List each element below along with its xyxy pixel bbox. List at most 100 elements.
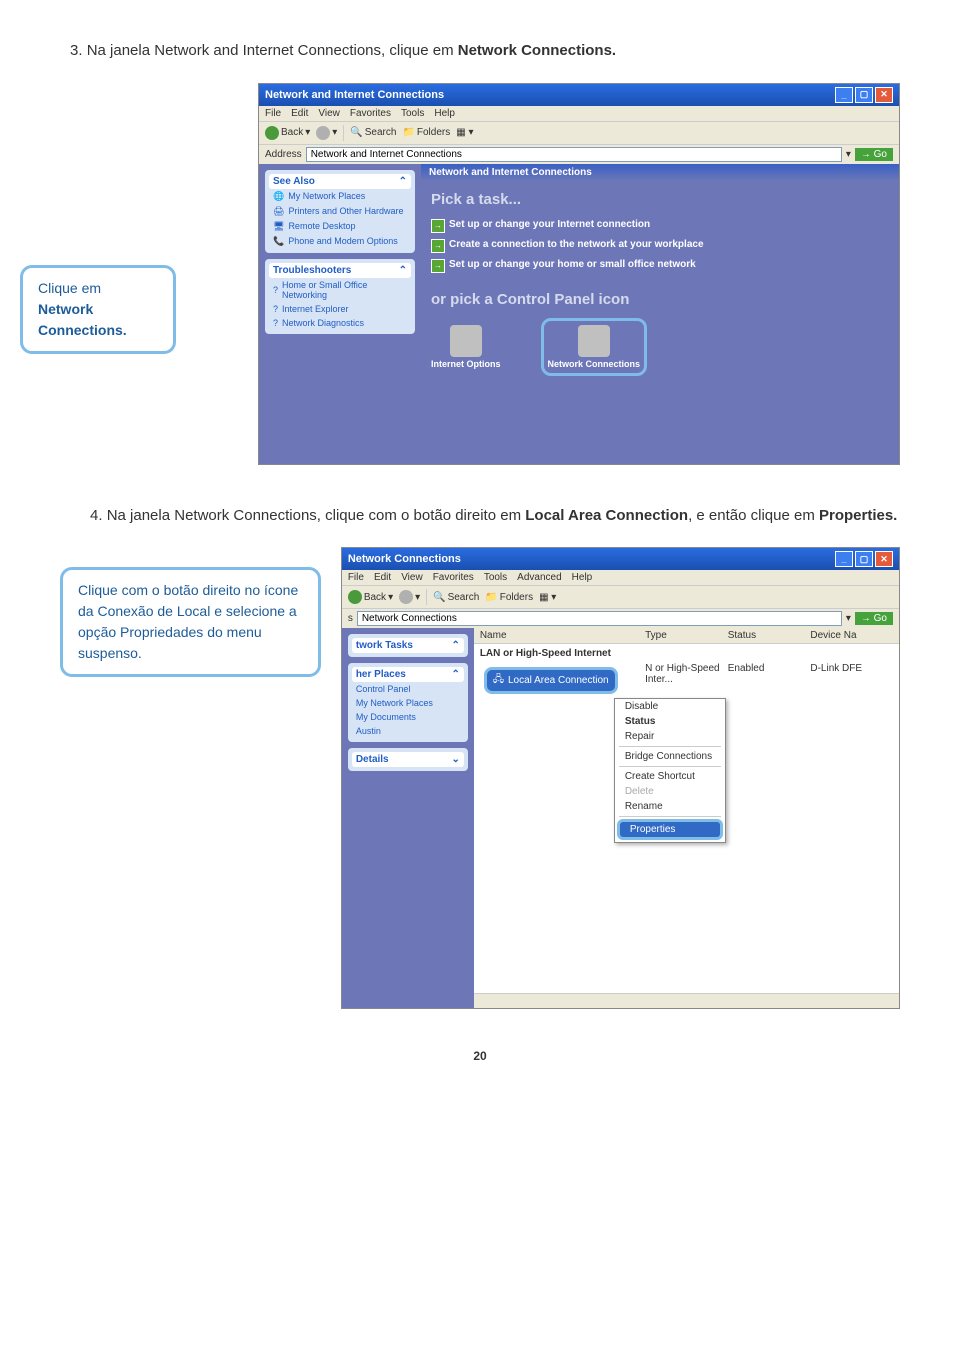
task-link[interactable]: →Set up or change your home or small off… — [431, 256, 889, 276]
menu-edit[interactable]: Edit — [291, 108, 308, 119]
window-title2: Network Connections — [348, 553, 461, 565]
minimize-button[interactable]: _ — [835, 551, 853, 567]
col-type[interactable]: Type — [645, 630, 728, 641]
menu-edit[interactable]: Edit — [374, 572, 391, 583]
sidebar-item[interactable]: 📞 Phone and Modem Options — [269, 234, 411, 249]
group-header: LAN or High-Speed Internet — [474, 644, 899, 663]
screenshot1: Network and Internet Connections _ ▢ ✕ F… — [258, 83, 900, 465]
search-button[interactable]: 🔍 Search — [350, 127, 396, 138]
sidebar-item[interactable]: 🌐 My Network Places — [269, 189, 411, 204]
internet-options-icon[interactable]: Internet Options — [431, 325, 501, 369]
forward-icon — [399, 590, 413, 604]
maximize-button[interactable]: ▢ — [855, 551, 873, 567]
menu-view[interactable]: View — [401, 572, 423, 583]
step3-b: Network Connections. — [458, 42, 616, 59]
local-area-connection[interactable]: 🖧 Local Area Connection — [484, 667, 618, 694]
back-button[interactable]: Back ▾ — [348, 590, 393, 604]
sidebar-item[interactable]: ? Home or Small Office Networking — [269, 278, 411, 302]
network-tasks-panel: twork Tasks ⌃ — [348, 634, 468, 657]
scrollbar[interactable] — [474, 993, 899, 1008]
ctx-rename[interactable]: Rename — [615, 799, 725, 814]
task-link[interactable]: →Set up or change your Internet connecti… — [431, 216, 889, 236]
menu-tools[interactable]: Tools — [484, 572, 507, 583]
folders-button[interactable]: 📁 Folders — [485, 592, 533, 603]
addressbar2: s ▾ → Go — [342, 608, 899, 628]
sidebar-item[interactable]: My Documents — [352, 710, 464, 724]
back-button[interactable]: Back ▾ — [265, 126, 310, 140]
dropdown-icon[interactable]: ▾ — [846, 149, 851, 160]
collapse-icon[interactable]: ⌃ — [451, 669, 459, 680]
ctx-repair[interactable]: Repair — [615, 729, 725, 744]
go-button[interactable]: → Go — [855, 148, 893, 161]
sidebar-item[interactable]: Control Panel — [352, 682, 464, 696]
main-content2: Name Type Status Device Na LAN or High-S… — [474, 628, 899, 1008]
ctx-shortcut[interactable]: Create Shortcut — [615, 769, 725, 784]
back-icon — [265, 126, 279, 140]
callout1-l3: Connections. — [38, 322, 127, 338]
screenshot2: Network Connections _ ▢ ✕ File Edit View… — [341, 547, 900, 1009]
addressbar: Address ▾ → Go — [259, 144, 899, 164]
troubleshooters-header[interactable]: Troubleshooters — [273, 265, 351, 276]
ctx-properties[interactable]: Properties — [617, 819, 723, 840]
menu-help[interactable]: Help — [572, 572, 593, 583]
dropdown-icon[interactable]: ▾ — [846, 613, 851, 624]
ctx-bridge[interactable]: Bridge Connections — [615, 749, 725, 764]
menu-file[interactable]: File — [265, 108, 281, 119]
step4-a: Na janela Network Connections, clique co… — [107, 507, 526, 524]
network-connections-icon[interactable]: Network Connections — [541, 318, 648, 376]
menu-help[interactable]: Help — [434, 108, 455, 119]
step4-b: Local Area Connection — [525, 507, 688, 524]
menu-tools[interactable]: Tools — [401, 108, 424, 119]
ctx-status[interactable]: Status — [615, 714, 725, 729]
menu-favorites[interactable]: Favorites — [433, 572, 474, 583]
sidebar-item[interactable]: My Network Places — [352, 696, 464, 710]
go-button[interactable]: → Go — [855, 612, 893, 625]
expand-icon[interactable]: ⌄ — [451, 754, 459, 765]
close-button[interactable]: ✕ — [875, 87, 893, 103]
sidebar-item[interactable]: 🖨 Printers and Other Hardware — [269, 204, 411, 219]
collapse-icon[interactable]: ⌃ — [451, 640, 459, 651]
menu-file[interactable]: File — [348, 572, 364, 583]
search-button[interactable]: 🔍 Search — [433, 592, 479, 603]
address-input[interactable] — [306, 147, 842, 162]
pick-icon-heading: or pick a Control Panel icon — [431, 291, 889, 308]
conn-type: N or High-Speed Inter... — [645, 663, 728, 698]
minimize-button[interactable]: _ — [835, 87, 853, 103]
col-device[interactable]: Device Na — [810, 630, 893, 641]
sidebar-item[interactable]: Austin — [352, 724, 464, 738]
collapse-icon[interactable]: ⌃ — [399, 265, 407, 276]
sidebar-item[interactable]: ? Network Diagnostics — [269, 316, 411, 330]
menu-view[interactable]: View — [318, 108, 340, 119]
see-also-header[interactable]: See Also — [273, 176, 315, 187]
ctx-disable[interactable]: Disable — [615, 699, 725, 714]
callout1-l1: Clique em — [38, 280, 101, 296]
close-button[interactable]: ✕ — [875, 551, 893, 567]
nettasks-header[interactable]: twork Tasks — [356, 640, 413, 651]
details-panel: Details ⌄ — [348, 748, 468, 771]
address-input2[interactable] — [357, 611, 842, 626]
forward-button[interactable]: ▾ — [316, 126, 337, 140]
sidebar-item[interactable]: ? Internet Explorer — [269, 302, 411, 316]
other-header[interactable]: her Places — [356, 669, 406, 680]
views-button[interactable]: ▦ ▾ — [539, 592, 556, 603]
forward-button[interactable]: ▾ — [399, 590, 420, 604]
address-label: Address — [265, 149, 302, 160]
pick-task-heading: Pick a task... — [431, 191, 889, 208]
breadcrumb: Network and Internet Connections — [421, 164, 899, 181]
folders-button[interactable]: 📁 Folders — [402, 127, 450, 138]
menu-favorites[interactable]: Favorites — [350, 108, 391, 119]
menu-advanced[interactable]: Advanced — [517, 572, 561, 583]
task-link[interactable]: →Create a connection to the network at y… — [431, 236, 889, 256]
sidebar2: twork Tasks ⌃ her Places ⌃ Control Panel M… — [342, 628, 474, 1008]
views-button[interactable]: ▦ ▾ — [456, 127, 473, 138]
details-header[interactable]: Details — [356, 754, 389, 765]
collapse-icon[interactable]: ⌃ — [399, 176, 407, 187]
main-content: Network and Internet Connections Pick a … — [421, 164, 899, 464]
col-name[interactable]: Name — [480, 630, 645, 641]
conn-device: D-Link DFE — [810, 663, 893, 698]
step3-text: 3. Na janela Network and Internet Connec… — [70, 40, 900, 63]
sidebar-item[interactable]: 🖥 Remote Desktop — [269, 219, 411, 234]
maximize-button[interactable]: ▢ — [855, 87, 873, 103]
col-status[interactable]: Status — [728, 630, 811, 641]
back-icon — [348, 590, 362, 604]
